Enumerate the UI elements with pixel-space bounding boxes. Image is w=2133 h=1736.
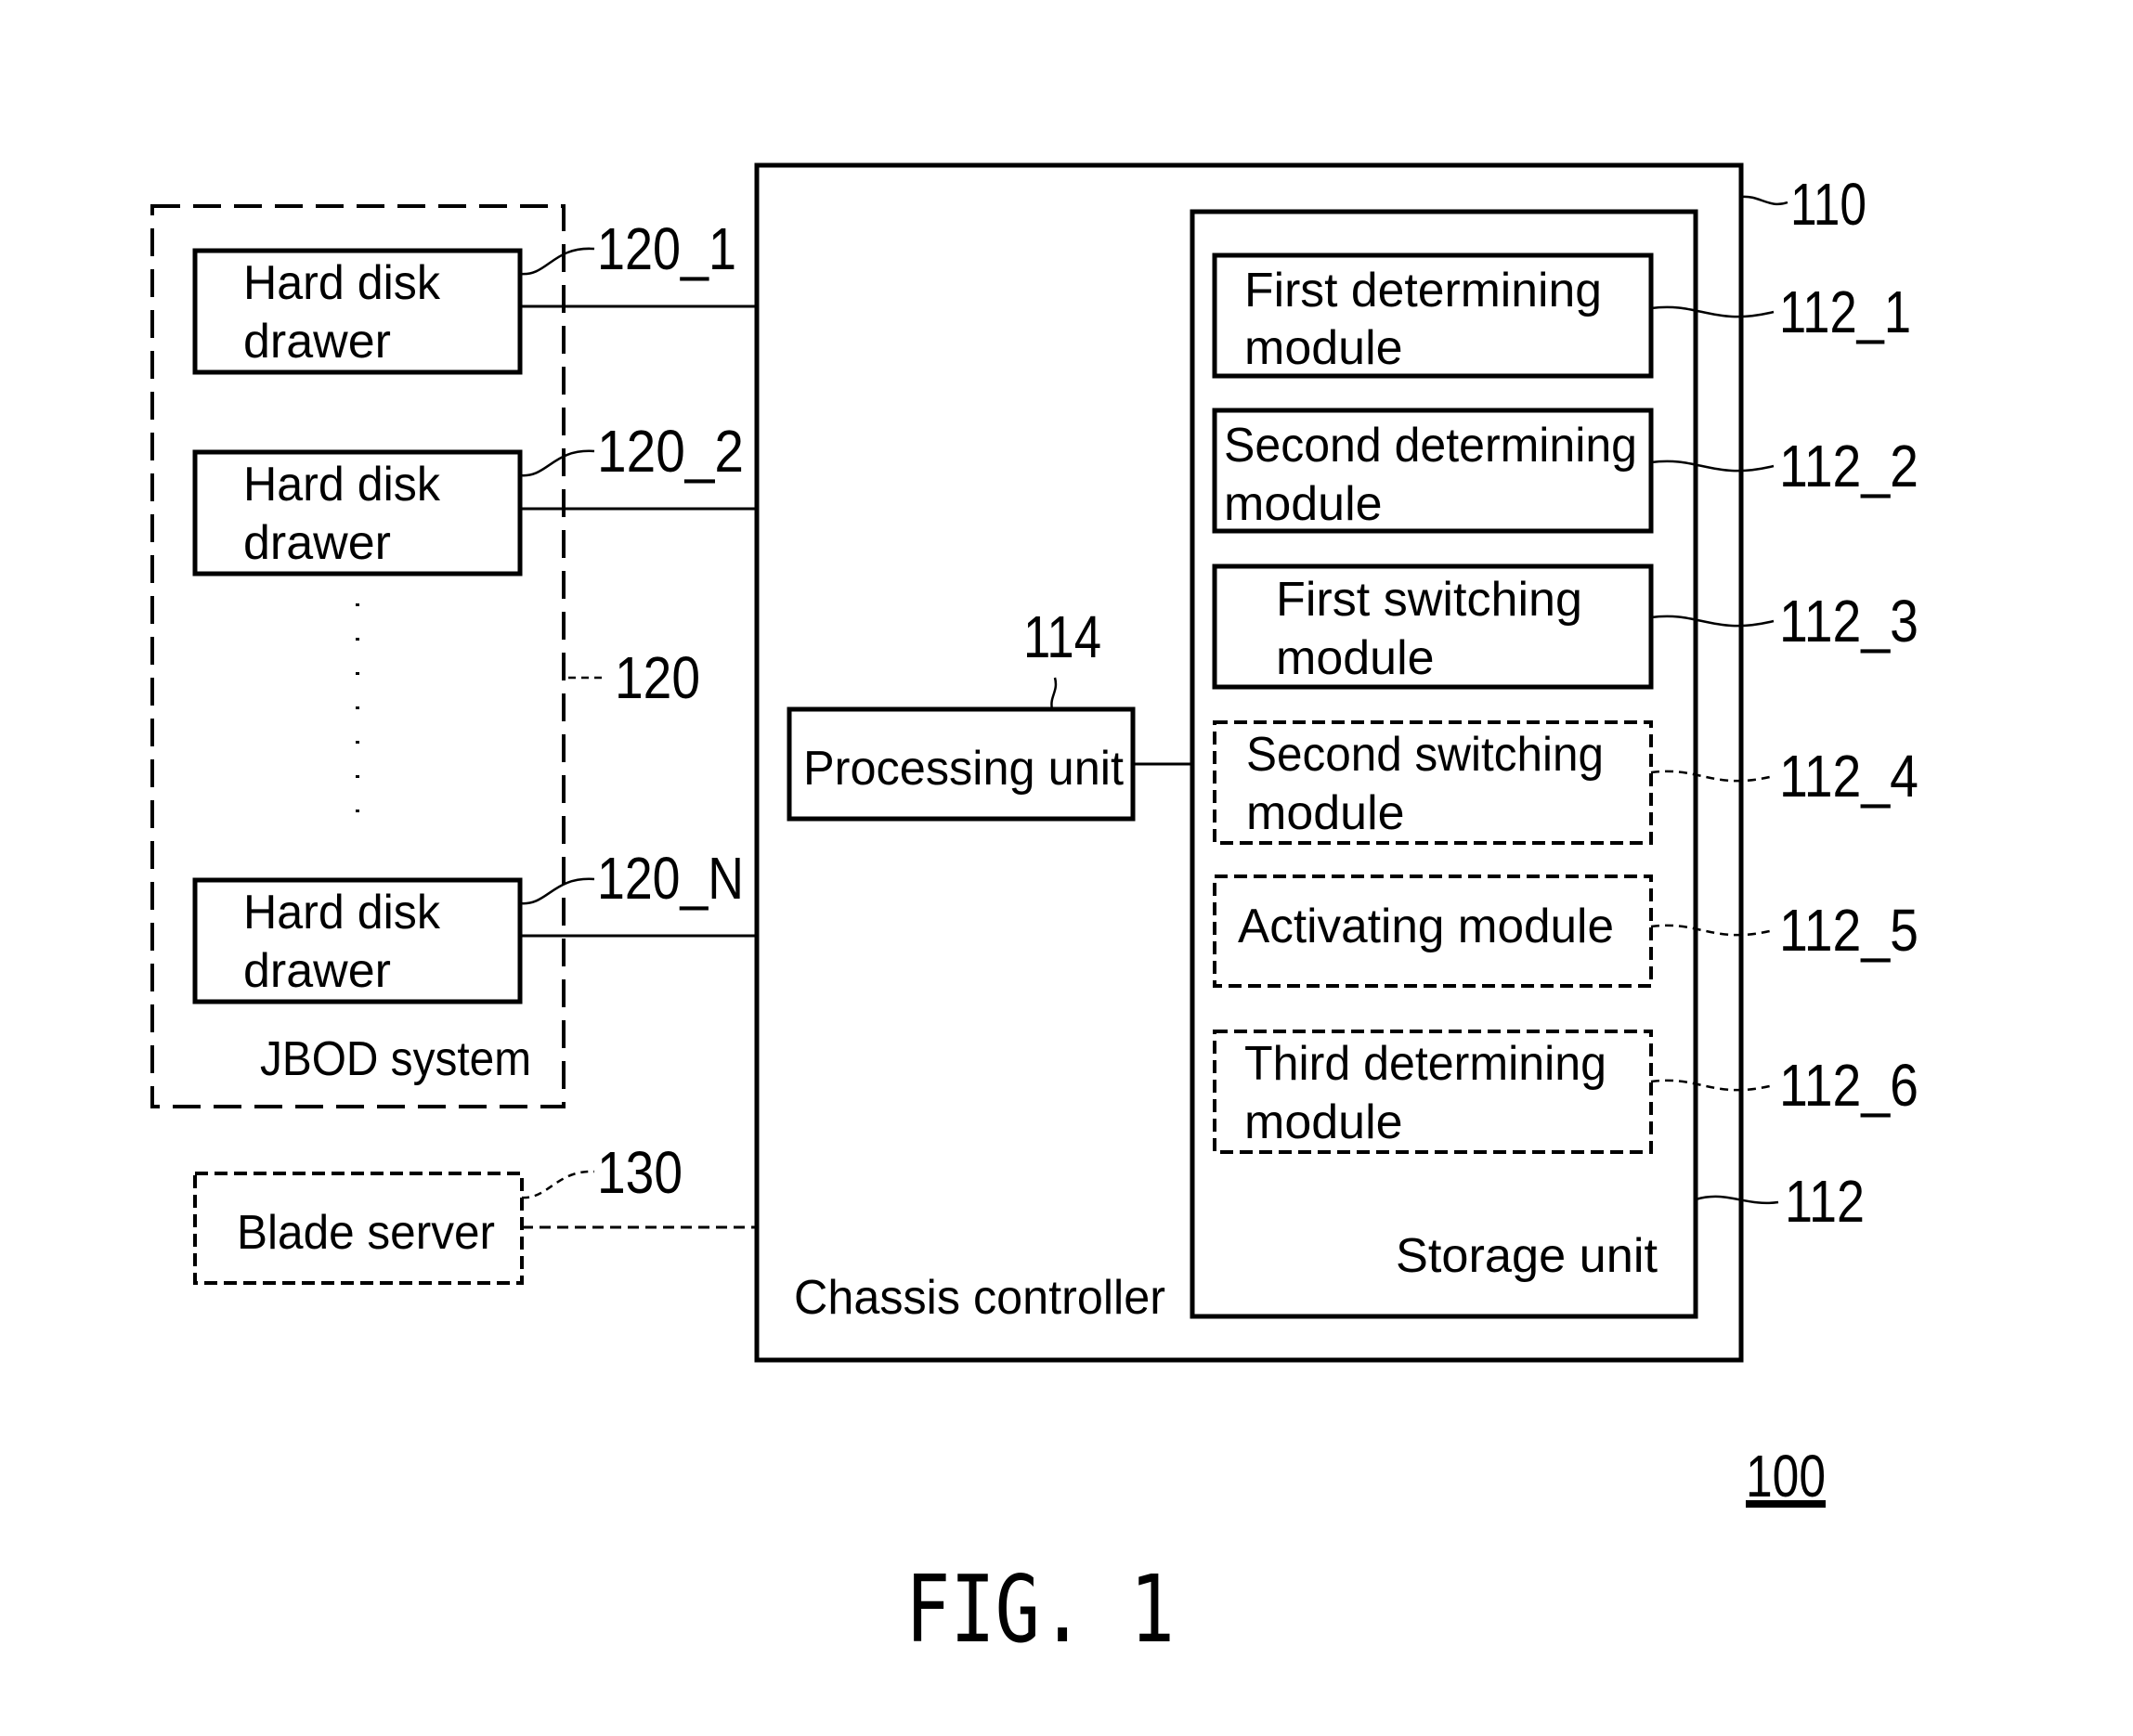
leader-120-n bbox=[519, 877, 595, 905]
ref-120-2: 120_2 bbox=[597, 418, 744, 485]
drawer-n-line2: drawer bbox=[243, 944, 391, 998]
drawer-2-line2: drawer bbox=[243, 516, 391, 570]
drawer-2-line1: Hard disk bbox=[243, 458, 441, 512]
system-ref-100: 100 bbox=[1746, 1443, 1826, 1509]
module-1-line1: First determining bbox=[1244, 264, 1602, 317]
leader-112-1 bbox=[1650, 305, 1775, 318]
processing-unit-label: Processing unit bbox=[803, 742, 1125, 796]
module-3-line1: First switching bbox=[1276, 573, 1582, 627]
ref-112-3: 112_3 bbox=[1779, 588, 1918, 654]
module-4-line1: Second switching bbox=[1246, 728, 1604, 782]
block-diagram: Hard disk drawer Hard disk drawer Hard d… bbox=[150, 162, 1918, 1664]
ref-110: 110 bbox=[1790, 171, 1866, 238]
figure-title: FIG. 1 bbox=[905, 1555, 1175, 1664]
storage-unit-label: Storage unit bbox=[1396, 1229, 1658, 1283]
ref-112-2: 112_2 bbox=[1779, 433, 1918, 499]
ref-112-1: 112_1 bbox=[1779, 279, 1911, 345]
ref-112-5: 112_5 bbox=[1779, 897, 1918, 964]
drawer-1-line2: drawer bbox=[243, 315, 391, 369]
leader-120-2 bbox=[519, 449, 595, 477]
module-1-line2: module bbox=[1244, 321, 1403, 375]
ref-112-4: 112_4 bbox=[1779, 743, 1918, 810]
ref-130: 130 bbox=[597, 1139, 683, 1206]
module-5-line1: Activating module bbox=[1238, 900, 1614, 953]
leader-130 bbox=[521, 1170, 595, 1199]
leader-112 bbox=[1695, 1195, 1779, 1205]
ref-120-n: 120_N bbox=[597, 845, 744, 912]
chassis-controller-label: Chassis controller bbox=[794, 1271, 1165, 1325]
leader-112-3 bbox=[1650, 615, 1775, 628]
module-4-line2: module bbox=[1246, 786, 1405, 840]
leader-120-1 bbox=[519, 247, 595, 276]
module-6-line2: module bbox=[1244, 1095, 1403, 1149]
module-3-line2: module bbox=[1276, 631, 1435, 685]
leader-114 bbox=[1050, 677, 1058, 710]
blade-server-label: Blade server bbox=[237, 1206, 495, 1260]
ref-112-6: 112_6 bbox=[1779, 1052, 1918, 1119]
drawer-1-line1: Hard disk bbox=[243, 256, 441, 310]
drawer-n-line1: Hard disk bbox=[243, 886, 441, 939]
ref-114: 114 bbox=[1023, 603, 1101, 670]
leader-112-4 bbox=[1650, 770, 1775, 783]
ref-112: 112 bbox=[1785, 1168, 1865, 1235]
jbod-system-label: JBOD system bbox=[260, 1032, 531, 1086]
leader-110 bbox=[1740, 195, 1788, 205]
leader-112-2 bbox=[1650, 460, 1775, 473]
module-6-line1: Third determining bbox=[1244, 1037, 1606, 1091]
module-2-line1: Second determining bbox=[1224, 419, 1637, 473]
leader-112-5 bbox=[1650, 924, 1775, 937]
ref-120-1: 120_1 bbox=[597, 215, 736, 282]
ref-120: 120 bbox=[615, 644, 700, 711]
leader-112-6 bbox=[1650, 1079, 1775, 1092]
module-2-line2: module bbox=[1224, 477, 1383, 531]
